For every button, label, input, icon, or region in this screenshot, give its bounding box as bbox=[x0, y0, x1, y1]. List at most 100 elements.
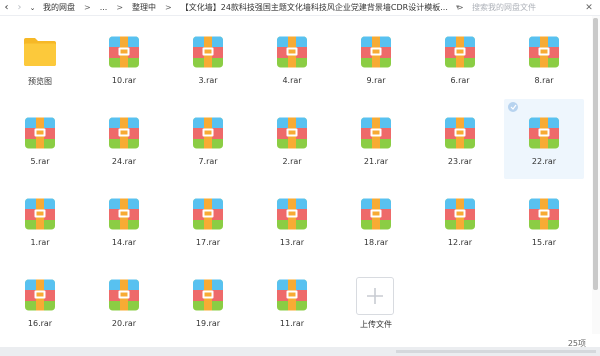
item-label: 19.rar bbox=[195, 319, 221, 328]
rar-archive-icon bbox=[22, 279, 58, 311]
item-label: 7.rar bbox=[198, 157, 218, 166]
rar-archive-icon bbox=[190, 36, 226, 68]
search-box: ▾ bbox=[456, 1, 584, 14]
upload-item[interactable]: 上传文件 bbox=[336, 261, 416, 330]
close-icon[interactable]: ✕ bbox=[583, 2, 595, 14]
breadcrumb-current[interactable]: 【文化墙】24款科技强国主题文化墙科技风企业党建背景墙CDR设计模板... bbox=[181, 2, 448, 13]
file-item[interactable]: 15.rar bbox=[504, 180, 584, 260]
rar-archive-icon bbox=[106, 36, 142, 68]
item-label: 10.rar bbox=[111, 76, 137, 85]
chevron-down-icon[interactable]: ⌄ bbox=[26, 1, 39, 15]
file-item[interactable]: 11.rar bbox=[252, 261, 332, 330]
file-item[interactable]: 5.rar bbox=[0, 99, 80, 179]
file-item[interactable]: 22.rar bbox=[504, 99, 584, 179]
rar-archive-icon bbox=[358, 117, 394, 149]
folder-icon bbox=[22, 36, 58, 68]
rar-archive-icon bbox=[274, 117, 310, 149]
breadcrumb-separator: > bbox=[84, 3, 91, 12]
file-item[interactable]: 24.rar bbox=[84, 99, 164, 179]
scrollbar-thumb[interactable] bbox=[593, 18, 598, 290]
rar-archive-icon bbox=[526, 198, 562, 230]
plus-icon[interactable] bbox=[356, 277, 394, 315]
file-item[interactable]: 13.rar bbox=[252, 180, 332, 260]
file-item[interactable]: 9.rar bbox=[336, 18, 416, 98]
breadcrumb-separator: > bbox=[116, 3, 124, 12]
file-item[interactable]: 19.rar bbox=[168, 261, 248, 330]
file-item[interactable]: 7.rar bbox=[168, 99, 248, 179]
item-label: 23.rar bbox=[447, 157, 473, 166]
file-item[interactable]: 20.rar bbox=[84, 261, 164, 330]
file-item[interactable]: 18.rar bbox=[336, 180, 416, 260]
rar-archive-icon bbox=[526, 36, 562, 68]
rar-archive-icon bbox=[274, 198, 310, 230]
item-label: 17.rar bbox=[195, 238, 221, 247]
breadcrumb-item[interactable]: ... bbox=[100, 3, 108, 12]
item-label: 21.rar bbox=[363, 157, 389, 166]
breadcrumb: 我的网盘 > ... > 整理中 > 【文化墙】24款科技强国主题文化墙科技风企… bbox=[43, 0, 473, 16]
file-item[interactable]: 4.rar bbox=[252, 18, 332, 98]
item-label: 24.rar bbox=[111, 157, 137, 166]
file-item[interactable]: 2.rar bbox=[252, 99, 332, 179]
item-label: 22.rar bbox=[531, 157, 557, 166]
item-label: 6.rar bbox=[450, 76, 470, 85]
rar-archive-icon bbox=[274, 36, 310, 68]
rar-archive-icon bbox=[442, 36, 478, 68]
file-grid: 预览图 10.rar 3.rar 4.rar 9.rar 6.rar 8.rar 5.rar 2… bbox=[0, 18, 592, 330]
file-item[interactable]: 12.rar bbox=[420, 180, 500, 260]
toolbar: ‹ › ⌄ 我的网盘 > ... > 整理中 > 【文化墙】24款科技强国主题文… bbox=[0, 0, 600, 16]
rar-archive-icon bbox=[274, 279, 310, 311]
search-dropdown-icon[interactable]: ▾ bbox=[456, 3, 460, 11]
rar-archive-icon bbox=[190, 279, 226, 311]
breadcrumb-item[interactable]: 我的网盘 bbox=[43, 2, 75, 13]
folder-item[interactable]: 预览图 bbox=[0, 18, 80, 98]
file-item[interactable]: 17.rar bbox=[168, 180, 248, 260]
rar-archive-icon bbox=[526, 117, 562, 149]
breadcrumb-separator: > bbox=[165, 3, 172, 12]
item-label: 16.rar bbox=[27, 319, 53, 328]
item-label: 4.rar bbox=[282, 76, 302, 85]
item-label: 15.rar bbox=[531, 238, 557, 247]
item-label: 5.rar bbox=[30, 157, 50, 166]
item-label: 20.rar bbox=[111, 319, 137, 328]
file-item[interactable]: 16.rar bbox=[0, 261, 80, 330]
rar-archive-icon bbox=[358, 36, 394, 68]
item-label: 8.rar bbox=[534, 76, 554, 85]
file-item[interactable]: 3.rar bbox=[168, 18, 248, 98]
search-input[interactable] bbox=[456, 1, 584, 14]
file-item[interactable]: 21.rar bbox=[336, 99, 416, 179]
item-label: 3.rar bbox=[198, 76, 218, 85]
file-item[interactable]: 23.rar bbox=[420, 99, 500, 179]
rar-archive-icon bbox=[22, 198, 58, 230]
breadcrumb-item[interactable]: 整理中 bbox=[132, 2, 156, 13]
item-label: 13.rar bbox=[279, 238, 305, 247]
item-label: 18.rar bbox=[363, 238, 389, 247]
file-item[interactable]: 14.rar bbox=[84, 180, 164, 260]
item-label: 预览图 bbox=[28, 77, 52, 86]
scrollbar[interactable] bbox=[592, 16, 600, 334]
forward-icon[interactable]: › bbox=[13, 1, 26, 15]
rar-archive-icon bbox=[22, 117, 58, 149]
check-icon[interactable] bbox=[508, 102, 518, 112]
rar-archive-icon bbox=[358, 198, 394, 230]
item-label: 2.rar bbox=[282, 157, 302, 166]
rar-archive-icon bbox=[106, 198, 142, 230]
item-label: 11.rar bbox=[279, 319, 305, 328]
status-divider bbox=[0, 347, 600, 356]
file-item[interactable]: 10.rar bbox=[84, 18, 164, 98]
status-bar: 25项 bbox=[0, 334, 600, 356]
rar-archive-icon bbox=[106, 279, 142, 311]
item-label: 9.rar bbox=[366, 76, 386, 85]
rar-archive-icon bbox=[106, 117, 142, 149]
file-item[interactable]: 8.rar bbox=[504, 18, 584, 98]
file-item[interactable]: 6.rar bbox=[420, 18, 500, 98]
rar-archive-icon bbox=[190, 198, 226, 230]
rar-archive-icon bbox=[190, 117, 226, 149]
item-label: 1.rar bbox=[30, 238, 50, 247]
item-label: 上传文件 bbox=[360, 320, 392, 329]
back-icon[interactable]: ‹ bbox=[0, 1, 13, 15]
rar-archive-icon bbox=[442, 117, 478, 149]
item-label: 12.rar bbox=[447, 238, 473, 247]
item-label: 14.rar bbox=[111, 238, 137, 247]
rar-archive-icon bbox=[442, 198, 478, 230]
file-item[interactable]: 1.rar bbox=[0, 180, 80, 260]
